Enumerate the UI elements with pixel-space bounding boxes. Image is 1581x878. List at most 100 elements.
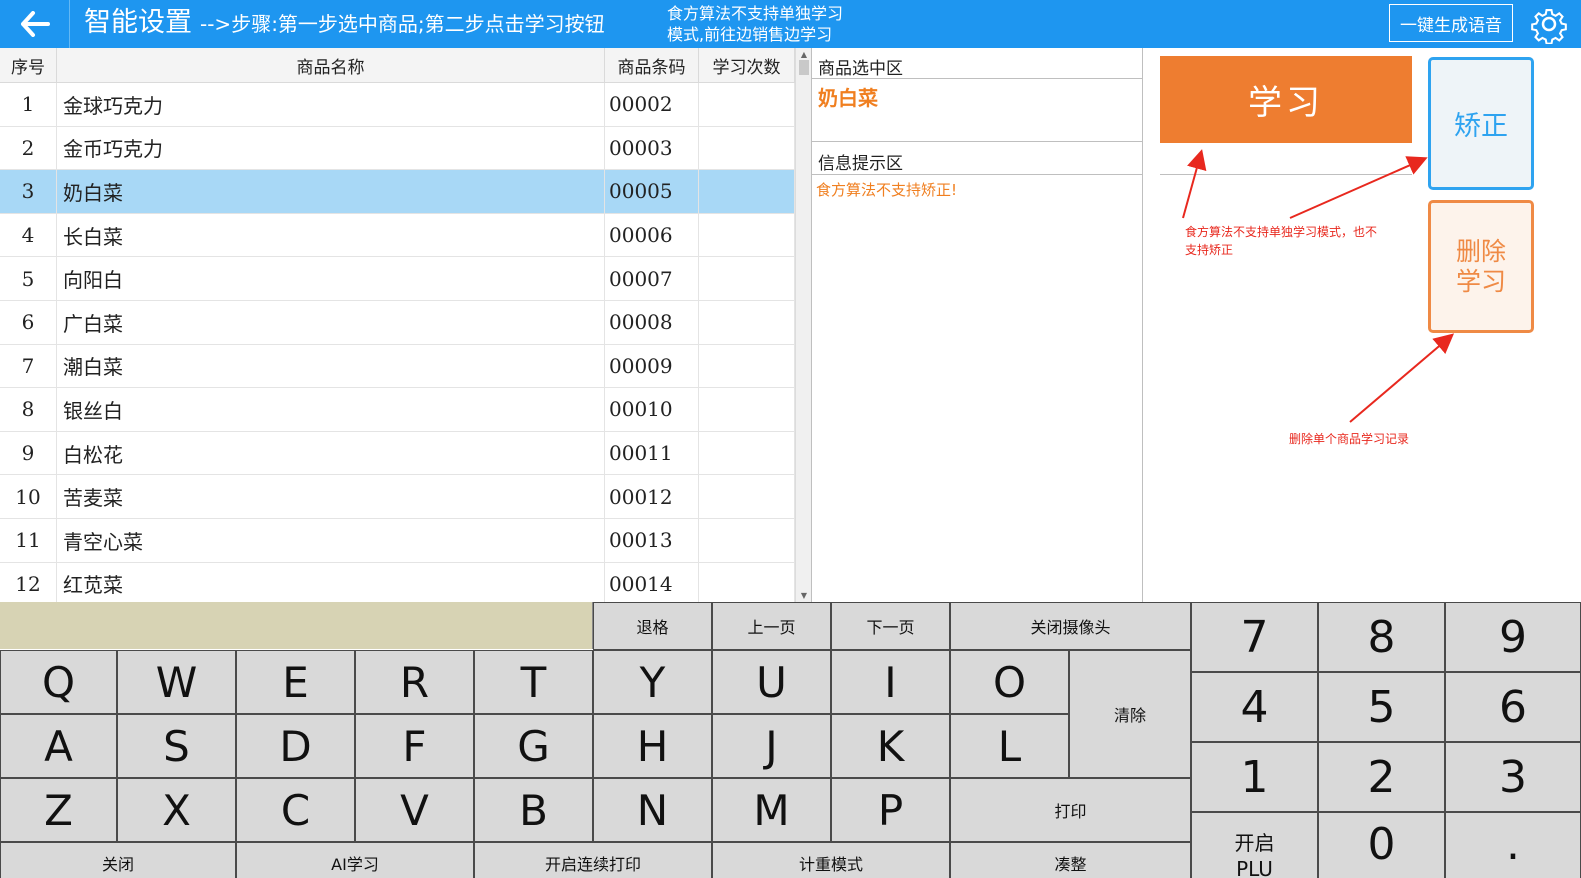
bottom-function-key[interactable]: 凑整 [950,842,1191,878]
row-no: 12 [0,562,57,602]
key-g[interactable]: G [474,714,593,778]
row-name: 苦麦菜 [57,475,605,518]
row-count [699,562,795,602]
plu-toggle-button[interactable]: 开启 PLU [1191,812,1318,878]
bottom-function-key[interactable]: 计重模式 [712,842,950,878]
key-c[interactable]: C [236,778,355,842]
keyboard-input-field[interactable] [0,602,593,649]
row-count [699,518,795,562]
scroll-thumb[interactable] [799,60,809,75]
scroll-down-icon[interactable]: ▼ [799,591,809,600]
key-p[interactable]: P [831,778,950,842]
annotation-no-correct-line1: 食方算法不支持单独学习模式，也不 [1185,225,1378,239]
bottom-function-key[interactable]: 关闭 [0,842,236,878]
numpad-key-0[interactable]: 0 [1318,812,1445,878]
settings-button[interactable] [1527,2,1571,46]
key-k[interactable]: K [831,714,950,778]
key-r[interactable]: R [355,650,474,714]
table-row[interactable]: 1 金球巧克力 00002 [0,83,795,127]
table-row[interactable]: 8 银丝白 00010 [0,388,795,432]
key-n[interactable]: N [593,778,712,842]
key-d[interactable]: D [236,714,355,778]
numpad-key-9[interactable]: 9 [1445,602,1581,672]
row-code: 00011 [605,431,699,475]
row-code: 00007 [605,257,699,300]
table-row[interactable]: 3 奶白菜 00005 [0,170,795,214]
numpad-key-5[interactable]: 5 [1318,672,1445,742]
arrow-to-correct [1289,156,1428,219]
steps-hint: -->步骤:第一步选中商品;第二步点击学习按钮 [200,12,605,36]
table-body: 1 金球巧克力 00002 2 金币巧克力 00003 3 奶白菜 00005 4 长白菜 00006… [0,83,795,602]
key-o[interactable]: O [950,650,1069,714]
function-key[interactable]: 下一页 [831,602,950,650]
key-b[interactable]: B [474,778,593,842]
header-note: 食方算法不支持单独学习 模式,前往边销售边学习 [667,3,877,45]
smart-settings-screen: 智能设置 -->步骤:第一步选中商品;第二步点击学习按钮 食方算法不支持单独学习… [0,0,1581,878]
key-i[interactable]: I [831,650,950,714]
divider [1160,174,1412,175]
numpad-key-4[interactable]: 4 [1191,672,1318,742]
table-row[interactable]: 9 白松花 00011 [0,431,795,476]
row-count [699,475,795,518]
key-j[interactable]: J [712,714,831,778]
key-t[interactable]: T [474,650,593,714]
table-row[interactable]: 11 青空心菜 00013 [0,518,795,563]
scroll-up-icon[interactable]: ▲ [799,50,809,59]
function-key[interactable]: 退格 [593,602,712,650]
bottom-function-key[interactable]: 开启连续打印 [474,842,712,878]
bottom-function-key[interactable]: AI学习 [236,842,474,878]
table-row[interactable]: 7 潮白菜 00009 [0,344,795,389]
table-row[interactable]: 12 红苋菜 00014 [0,562,795,602]
numpad-key-6[interactable]: 6 [1445,672,1581,742]
key-f[interactable]: F [355,714,474,778]
generate-voice-button[interactable]: 一键生成语音 [1389,4,1513,42]
row-no: 7 [0,344,57,388]
header-note-line1: 食方算法不支持单独学习 [667,4,844,23]
plu-label-line2: PLU [1236,857,1273,878]
row-no: 11 [0,518,57,562]
table-row[interactable]: 2 金币巧克力 00003 [0,126,795,171]
table-row[interactable]: 6 广白菜 00008 [0,300,795,345]
key-v[interactable]: V [355,778,474,842]
table-row[interactable]: 5 向阳白 00007 [0,257,795,301]
table-scrollbar[interactable]: ▲ ▼ [795,48,811,602]
numpad-key-dot[interactable]: . [1445,812,1581,878]
delete-learning-button[interactable]: 删除 学习 [1428,200,1534,333]
table-row[interactable]: 10 苦麦菜 00012 [0,475,795,519]
key-l[interactable]: L [950,714,1069,778]
key-x[interactable]: X [117,778,236,842]
row-code: 00014 [605,562,699,602]
numpad-key-3[interactable]: 3 [1445,742,1581,812]
numpad-key-8[interactable]: 8 [1318,602,1445,672]
print-button[interactable]: 打印 [950,778,1191,842]
row-name: 广白菜 [57,300,605,344]
key-m[interactable]: M [712,778,831,842]
function-key[interactable]: 上一页 [712,602,831,650]
key-e[interactable]: E [236,650,355,714]
key-a[interactable]: A [0,714,117,778]
row-no: 8 [0,388,57,431]
clear-button[interactable]: 清除 [1069,650,1191,778]
key-w[interactable]: W [117,650,236,714]
annotation-delete-record: 删除单个商品学习记录 [1289,432,1410,446]
correct-button[interactable]: 矫正 [1428,57,1534,190]
gear-icon [1531,9,1567,44]
key-s[interactable]: S [117,714,236,778]
key-u[interactable]: U [712,650,831,714]
key-y[interactable]: Y [593,650,712,714]
numpad-key-1[interactable]: 1 [1191,742,1318,812]
function-key[interactable]: 关闭摄像头 [950,602,1191,650]
key-z[interactable]: Z [0,778,117,842]
key-h[interactable]: H [593,714,712,778]
key-q[interactable]: Q [0,650,117,714]
info-area-label: 信息提示区 [818,154,903,174]
row-name: 青空心菜 [57,518,605,562]
numpad-key-7[interactable]: 7 [1191,602,1318,672]
back-arrow-icon [20,11,50,37]
numpad-key-2[interactable]: 2 [1318,742,1445,812]
row-count [699,170,795,213]
learn-button[interactable]: 学习 [1160,56,1412,143]
back-button[interactable] [0,0,70,48]
table-row[interactable]: 4 长白菜 00006 [0,213,795,258]
row-count [699,431,795,475]
